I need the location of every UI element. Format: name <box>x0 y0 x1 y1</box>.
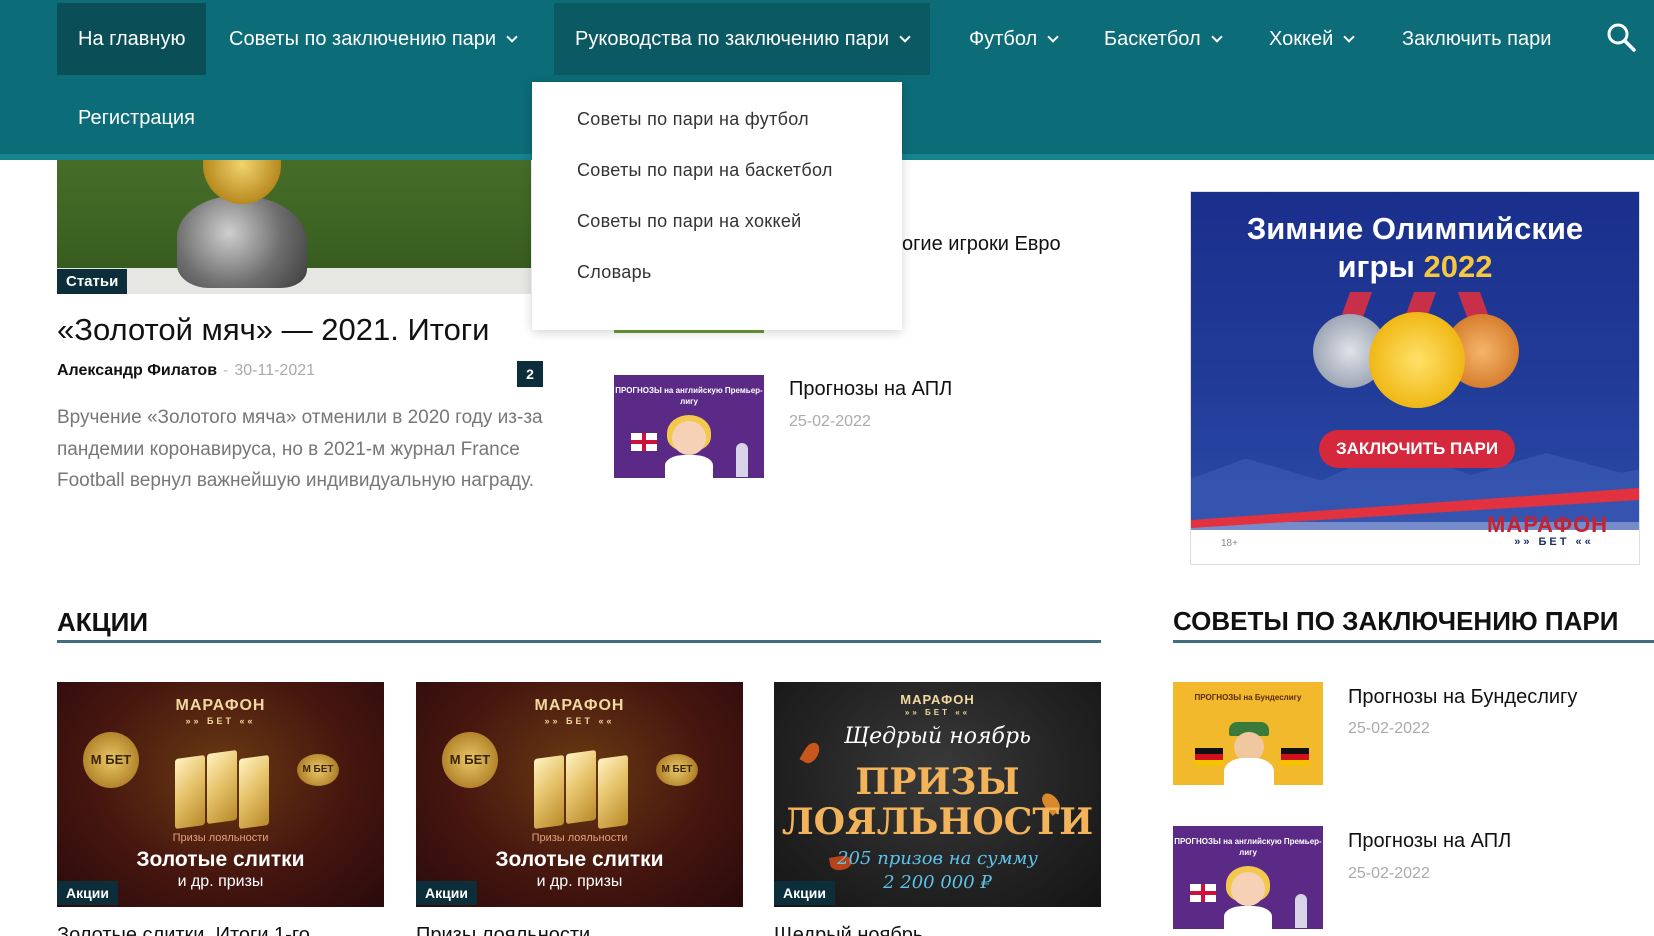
ad-cta-button[interactable]: ЗАКЛЮЧИТЬ ПАРИ <box>1319 430 1515 468</box>
section-heading-promotions: АКЦИИ <box>57 607 149 637</box>
nav-registration[interactable]: Регистрация <box>57 82 216 154</box>
nav-betting-guides[interactable]: Руководства по заключению пари <box>554 3 931 75</box>
logo-subtext: »» БЕТ «« <box>1514 536 1594 548</box>
nav-hockey[interactable]: Хоккей <box>1248 3 1374 75</box>
germany-flag-icon <box>1281 748 1309 766</box>
chevron-down-icon <box>1047 31 1059 43</box>
meta-separator: - <box>223 362 229 379</box>
article-date: 25-02-2022 <box>1348 720 1430 737</box>
chevron-down-icon <box>1343 31 1355 43</box>
england-flag-icon <box>1190 884 1216 902</box>
article-thumbnail-epl[interactable]: ПРОГНОЗЫ на английскую Премьер-лигу <box>614 375 764 478</box>
ad-title: Зимние Олимпийские игры 2022 <box>1246 211 1584 284</box>
promo-title[interactable]: Щедрый ноябрь <box>774 924 923 936</box>
article-title-bundesliga[interactable]: Прогнозы на Бундеслигу <box>1348 686 1577 709</box>
coin-icon: M БЕТ <box>656 754 698 786</box>
featured-article-title[interactable]: «Золотой мяч» — 2021. Итоги <box>57 312 489 348</box>
coin-icon: M БЕТ <box>83 732 139 788</box>
germany-flag-icon <box>1195 748 1223 766</box>
olympics-ad-banner[interactable]: Зимние Олимпийские игры 2022 ЗАКЛЮЧИТЬ П… <box>1190 191 1640 565</box>
chevron-down-icon <box>1210 31 1223 43</box>
featured-article-image[interactable] <box>57 160 531 294</box>
big-ben-icon <box>736 443 748 477</box>
article-title-epl[interactable]: Прогнозы на АПЛ <box>1348 830 1511 853</box>
featured-article-excerpt: Вручение «Золотого мяча» отменили в 2020… <box>57 407 543 491</box>
guides-dropdown-menu: Советы по пари на футбол Советы по пари … <box>532 82 902 330</box>
section-divider <box>1173 640 1654 643</box>
nav-betting-tips[interactable]: Советы по заключению пари <box>208 3 537 75</box>
category-badge[interactable]: Статьи <box>57 269 128 294</box>
article-thumbnail-bundesliga[interactable]: ПРОГНОЗЫ на Бундеслигу <box>1173 682 1323 785</box>
nav-home[interactable]: На главную <box>57 3 207 75</box>
section-divider <box>57 640 1101 643</box>
gold-medal-icon <box>1369 312 1465 408</box>
promo-card[interactable]: МАРАФОН »» БЕТ «« M БЕТ M БЕТ Призы лоял… <box>416 682 743 907</box>
gold-bars-icon <box>175 749 269 830</box>
coin-icon: M БЕТ <box>297 754 339 786</box>
publish-date: 30-11-2021 <box>234 362 316 379</box>
england-flag-icon <box>631 433 657 451</box>
article-date: 25-02-2022 <box>789 413 871 430</box>
featured-article-meta: Александр Филатов -30-11-2021 <box>57 362 315 380</box>
article-date: 25-02-2022 <box>1348 865 1430 882</box>
dropdown-item-football-tips[interactable]: Советы по пари на футбол <box>532 106 902 157</box>
big-ben-icon <box>1295 894 1307 928</box>
age-restriction-label: 18+ <box>1221 538 1238 549</box>
article-title[interactable]: огие игроки Евро <box>902 233 1061 256</box>
dropdown-item-hockey-tips[interactable]: Советы по пари на хоккей <box>532 208 902 259</box>
promo-title[interactable]: Золотые слитки. Итоги 1-го <box>57 924 310 936</box>
comment-count-badge[interactable]: 2 <box>517 361 543 387</box>
promo-card[interactable]: МАРАФОН »» БЕТ «« Щедрый ноябрь ПРИЗЫ ЛО… <box>774 682 1101 907</box>
chevron-down-icon <box>506 31 518 43</box>
nav-basketball[interactable]: Баскетбол <box>1083 3 1242 75</box>
nav-place-bet[interactable]: Заключить пари <box>1381 3 1572 75</box>
category-badge[interactable]: Акции <box>416 881 477 905</box>
article-thumbnail-epl[interactable]: ПРОГНОЗЫ на английскую Премьер-лигу <box>1173 826 1323 929</box>
author-name[interactable]: Александр Филатов <box>57 362 217 379</box>
section-heading-betting-tips: СОВЕТЫ ПО ЗАКЛЮЧЕНИЮ ПАРИ <box>1173 606 1619 636</box>
nav-football[interactable]: Футбол <box>948 3 1078 75</box>
promo-card[interactable]: МАРАФОН »» БЕТ «« M БЕТ M БЕТ Призы лоял… <box>57 682 384 907</box>
article-title-epl[interactable]: Прогнозы на АПЛ <box>789 378 952 401</box>
coin-icon: M БЕТ <box>442 732 498 788</box>
dropdown-item-glossary[interactable]: Словарь <box>532 259 902 310</box>
promo-title[interactable]: Призы лояльности <box>416 924 590 936</box>
gold-bars-icon <box>534 749 628 830</box>
marathon-bet-logo: МАРАФОН <box>1487 512 1609 537</box>
dropdown-item-basketball-tips[interactable]: Советы по пари на баскетбол <box>532 157 902 208</box>
category-badge[interactable]: Акции <box>57 881 118 905</box>
category-badge[interactable]: Акции <box>774 881 835 905</box>
search-icon[interactable] <box>1606 22 1636 52</box>
chevron-down-icon <box>899 31 911 43</box>
